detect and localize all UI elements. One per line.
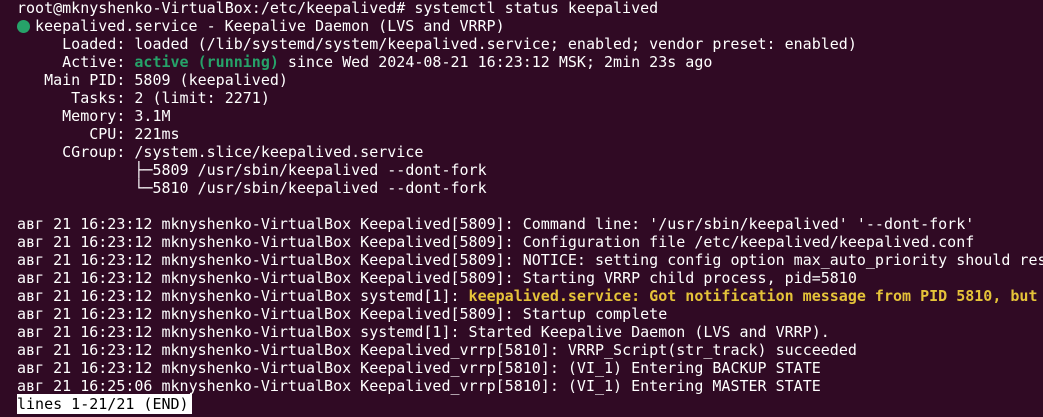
log-message: (VI_1) Entering MASTER STATE bbox=[567, 377, 821, 395]
cgroup-line: CGroup: /system.slice/keepalived.service bbox=[17, 143, 424, 161]
log-prefix: авг 21 16:23:12 mknyshenko-VirtualBox Ke… bbox=[17, 233, 523, 251]
log-prefix: авг 21 16:23:12 mknyshenko-VirtualBox Ke… bbox=[17, 251, 523, 269]
cgroup-process-2: └─5810 /usr/sbin/keepalived --dont-fork bbox=[17, 179, 487, 197]
log-line: авг 21 16:23:12 mknyshenko-VirtualBox sy… bbox=[17, 287, 1038, 305]
cpu-line: CPU: 221ms bbox=[17, 125, 180, 143]
log-prefix: авг 21 16:23:12 mknyshenko-VirtualBox sy… bbox=[17, 287, 469, 305]
log-line: авг 21 16:23:12 mknyshenko-VirtualBox Ke… bbox=[17, 251, 1043, 269]
log-message: VRRP_Script(str_track) succeeded bbox=[567, 341, 857, 359]
active-state: active (running) bbox=[134, 53, 279, 71]
cgroup-process-1: ├─5809 /usr/sbin/keepalived --dont-fork bbox=[17, 161, 487, 179]
active-status-dot-icon bbox=[17, 20, 30, 33]
log-prefix: авг 21 16:23:12 mknyshenko-VirtualBox Ke… bbox=[17, 215, 523, 233]
terminal-window[interactable]: root@mknyshenko-VirtualBox:/etc/keepaliv… bbox=[0, 0, 1043, 417]
tasks-line: Tasks: 2 (limit: 2271) bbox=[17, 89, 270, 107]
command-prompt: root@mknyshenko-VirtualBox:/etc/keepaliv… bbox=[17, 0, 659, 17]
log-message: (VI_1) Entering BACKUP STATE bbox=[567, 359, 821, 377]
log-line: авг 21 16:25:06 mknyshenko-VirtualBox Ke… bbox=[17, 377, 821, 395]
log-line: авг 21 16:23:12 mknyshenko-VirtualBox Ke… bbox=[17, 359, 821, 377]
log-line: авг 21 16:23:12 mknyshenko-VirtualBox Ke… bbox=[17, 233, 974, 251]
log-prefix: авг 21 16:23:12 mknyshenko-VirtualBox Ke… bbox=[17, 305, 523, 323]
active-label: Active: bbox=[17, 53, 135, 71]
log-message: NOTICE: setting config option max_auto_p… bbox=[522, 251, 1043, 269]
log-message: Started Keepalive Daemon (LVS and VRRP). bbox=[468, 323, 830, 341]
log-message: Configuration file /etc/keepalived/keepa… bbox=[522, 233, 975, 251]
log-prefix: авг 21 16:23:12 mknyshenko-VirtualBox Ke… bbox=[17, 341, 568, 359]
log-message: Starting VRRP child process, pid=5810 bbox=[522, 269, 857, 287]
log-prefix: авг 21 16:23:12 mknyshenko-VirtualBox sy… bbox=[17, 323, 469, 341]
log-line: авг 21 16:23:12 mknyshenko-VirtualBox Ke… bbox=[17, 305, 667, 323]
log-line: авг 21 16:23:12 mknyshenko-VirtualBox Ke… bbox=[17, 269, 857, 287]
pager-status-bar[interactable]: lines 1-21/21 (END) bbox=[17, 394, 192, 414]
log-warning-message: keepalived.service: Got notification mes… bbox=[468, 287, 1038, 305]
log-line: авг 21 16:23:12 mknyshenko-VirtualBox Ke… bbox=[17, 215, 974, 233]
active-line: Active: active (running) since Wed 2024-… bbox=[17, 53, 712, 71]
main-pid-line: Main PID: 5809 (keepalived) bbox=[17, 71, 288, 89]
log-line: авг 21 16:23:12 mknyshenko-VirtualBox Ke… bbox=[17, 341, 857, 359]
active-since: since Wed 2024-08-21 16:23:12 MSK; 2min … bbox=[278, 53, 713, 71]
memory-line: Memory: 3.1M bbox=[17, 107, 171, 125]
log-message: Command line: '/usr/sbin/keepalived' '--… bbox=[522, 215, 975, 233]
service-header: keepalived.service - Keepalive Daemon (L… bbox=[35, 17, 505, 35]
log-message: Startup complete bbox=[522, 305, 668, 323]
log-prefix: авг 21 16:23:12 mknyshenko-VirtualBox Ke… bbox=[17, 269, 523, 287]
loaded-line: Loaded: loaded (/lib/systemd/system/keep… bbox=[17, 35, 857, 53]
log-prefix: авг 21 16:25:06 mknyshenko-VirtualBox Ke… bbox=[17, 377, 568, 395]
log-prefix: авг 21 16:23:12 mknyshenko-VirtualBox Ke… bbox=[17, 359, 568, 377]
log-line: авг 21 16:23:12 mknyshenko-VirtualBox sy… bbox=[17, 323, 830, 341]
